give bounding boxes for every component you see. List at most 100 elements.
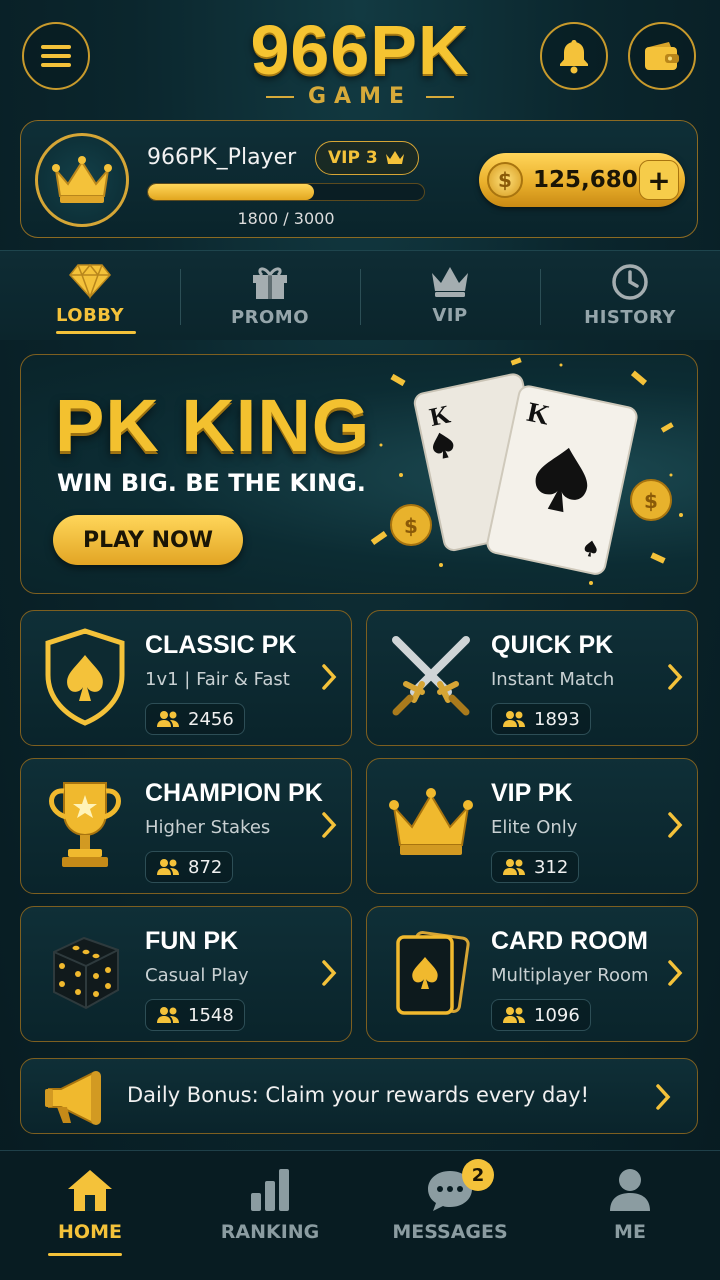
nav-me[interactable]: ME bbox=[540, 1151, 720, 1280]
svg-text:$: $ bbox=[644, 489, 658, 513]
player-count: 2456 bbox=[145, 703, 245, 735]
tab-history[interactable]: HISTORY bbox=[540, 251, 720, 340]
bar-chart-icon bbox=[251, 1169, 289, 1211]
game-title: VIP PK bbox=[491, 779, 573, 807]
game-subtitle: 1v1 | Fair & Fast bbox=[145, 669, 290, 690]
game-title: FUN PK bbox=[145, 927, 239, 955]
banner-title: PK KING bbox=[55, 384, 371, 467]
chevron-right-icon bbox=[322, 812, 337, 838]
game-card-classic-pk[interactable]: CLASSIC PK 1v1 | Fair & Fast 2456 bbox=[20, 610, 352, 746]
game-subtitle: Elite Only bbox=[491, 817, 578, 838]
player-name: 966PK_Player bbox=[147, 145, 297, 170]
player-count: 1893 bbox=[491, 703, 591, 735]
notifications-button[interactable] bbox=[540, 22, 608, 90]
daily-bonus-bar[interactable]: Daily Bonus: Claim your rewards every da… bbox=[20, 1058, 698, 1134]
users-icon bbox=[503, 1007, 525, 1023]
home-icon bbox=[68, 1170, 112, 1211]
coin-amount: 125,680 bbox=[533, 167, 638, 193]
subtitle-left-line bbox=[265, 96, 294, 98]
nav-home[interactable]: HOME bbox=[0, 1151, 180, 1280]
wallet-icon bbox=[645, 42, 679, 70]
chevron-right-icon bbox=[322, 664, 337, 690]
bell-icon bbox=[560, 40, 588, 74]
nav-label: RANKING bbox=[220, 1221, 320, 1243]
player-count: 312 bbox=[491, 851, 580, 883]
clock-icon bbox=[612, 264, 648, 300]
game-card-vip-pk[interactable]: VIP PK Elite Only 312 bbox=[366, 758, 698, 894]
chevron-right-icon bbox=[668, 812, 683, 838]
subtitle-right-line bbox=[426, 96, 454, 98]
xp-progress-bar bbox=[147, 183, 425, 201]
nav-label: HOME bbox=[58, 1221, 122, 1243]
tab-lobby[interactable]: LOBBY bbox=[0, 251, 180, 340]
megaphone-icon bbox=[45, 1071, 101, 1125]
tab-vip[interactable]: VIP bbox=[360, 251, 540, 340]
player-card: 966PK_Player VIP 3 1800 / 3000 $ 125,680… bbox=[20, 120, 698, 238]
nav-ranking[interactable]: RANKING bbox=[180, 1151, 360, 1280]
users-icon bbox=[157, 711, 179, 727]
player-count: 1096 bbox=[491, 999, 591, 1031]
crown-icon bbox=[432, 267, 468, 297]
crossed-swords-icon bbox=[381, 625, 481, 729]
promo-banner[interactable]: PK KING WIN BIG. BE THE KING. PLAY NOW K… bbox=[20, 354, 698, 594]
tab-label: VIP bbox=[432, 305, 468, 326]
playing-cards-illustration: K K $ $ bbox=[370, 357, 683, 585]
subtitle-text: GAME bbox=[307, 84, 412, 109]
nav-messages[interactable]: 2 MESSAGES bbox=[360, 1151, 540, 1280]
play-now-button[interactable]: PLAY NOW bbox=[53, 515, 243, 565]
daily-bonus-text: Daily Bonus: Claim your rewards every da… bbox=[127, 1083, 589, 1107]
vip-level: VIP 3 bbox=[328, 148, 378, 168]
crown-icon bbox=[52, 156, 112, 203]
nav-label: ME bbox=[614, 1221, 646, 1243]
game-subtitle: Multiplayer Room bbox=[491, 965, 649, 986]
header: 966PK GAME bbox=[0, 0, 720, 118]
player-count-value: 1548 bbox=[188, 1004, 234, 1026]
xp-progress-fill bbox=[148, 184, 314, 200]
chevron-right-icon bbox=[322, 960, 337, 986]
crown-icon bbox=[381, 773, 481, 877]
player-count: 1548 bbox=[145, 999, 245, 1031]
users-icon bbox=[157, 1007, 179, 1023]
users-icon bbox=[503, 711, 525, 727]
chevron-right-icon bbox=[668, 960, 683, 986]
game-card-fun-pk[interactable]: FUN PK Casual Play 1548 bbox=[20, 906, 352, 1042]
nav-label: MESSAGES bbox=[392, 1221, 508, 1243]
avatar[interactable] bbox=[35, 133, 129, 227]
player-count: 872 bbox=[145, 851, 234, 883]
player-count-value: 1096 bbox=[534, 1004, 580, 1026]
game-subtitle: Higher Stakes bbox=[145, 817, 271, 838]
game-card-card-room[interactable]: CARD ROOM Multiplayer Room 1096 bbox=[366, 906, 698, 1042]
messages-badge: 2 bbox=[462, 1159, 494, 1191]
player-count-value: 1893 bbox=[534, 708, 580, 730]
gift-icon bbox=[253, 267, 287, 299]
player-count-value: 872 bbox=[188, 856, 223, 878]
dice-icon bbox=[35, 921, 135, 1025]
vip-badge: VIP 3 bbox=[315, 141, 419, 175]
app-title: 966PK bbox=[250, 11, 470, 89]
tab-label: LOBBY bbox=[55, 305, 125, 326]
game-title: CHAMPION PK bbox=[145, 779, 323, 807]
tab-bar: LOBBY PROMO VIP HISTORY bbox=[0, 250, 720, 340]
game-card-champion-pk[interactable]: CHAMPION PK Higher Stakes 872 bbox=[20, 758, 352, 894]
game-subtitle: Casual Play bbox=[145, 965, 249, 986]
tab-label: HISTORY bbox=[584, 307, 676, 328]
chevron-right-icon bbox=[668, 664, 683, 690]
wallet-button[interactable] bbox=[628, 22, 696, 90]
users-icon bbox=[157, 859, 179, 875]
game-subtitle: Instant Match bbox=[491, 669, 615, 690]
game-title: CARD ROOM bbox=[491, 927, 648, 955]
svg-text:$: $ bbox=[404, 514, 418, 538]
tab-promo[interactable]: PROMO bbox=[180, 251, 360, 340]
spade-shield-icon bbox=[35, 625, 135, 729]
coin-icon: $ bbox=[487, 162, 523, 198]
vip-crown-icon bbox=[385, 151, 404, 164]
user-icon bbox=[610, 1169, 650, 1211]
game-card-quick-pk[interactable]: QUICK PK Instant Match 1893 bbox=[366, 610, 698, 746]
player-count-value: 312 bbox=[534, 856, 569, 878]
add-coins-button[interactable]: + bbox=[639, 160, 679, 200]
diamond-icon bbox=[69, 263, 111, 299]
app-subtitle: GAME bbox=[0, 84, 720, 109]
bottom-navigation: HOME RANKING 2 MESSAGES ME bbox=[0, 1150, 720, 1280]
coin-balance[interactable]: $ 125,680 + bbox=[479, 153, 685, 207]
xp-text: 1800 / 3000 bbox=[237, 209, 335, 228]
